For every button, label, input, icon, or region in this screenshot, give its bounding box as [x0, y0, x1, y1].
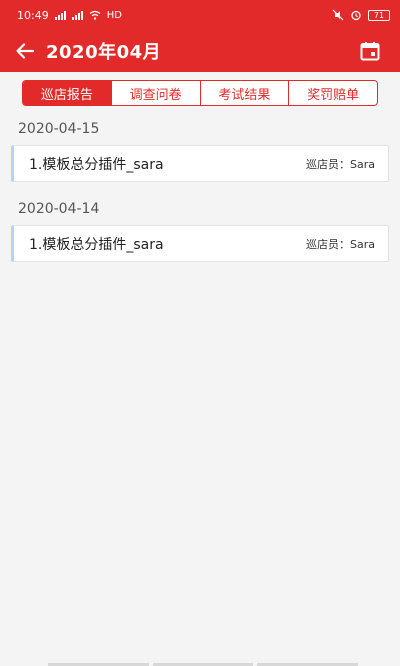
- inspector-label: 巡店员：: [306, 237, 350, 251]
- tab-survey[interactable]: 调查问卷: [110, 81, 200, 105]
- page-title: 2020年04月: [46, 42, 162, 63]
- record-inspector: 巡店员：Sara: [306, 236, 375, 252]
- date-header: 2020-04-14: [18, 201, 100, 217]
- signal-icon: [54, 10, 66, 20]
- inspector-label: 巡店员：: [306, 157, 350, 171]
- status-bar: 10:49 HD 71: [0, 0, 400, 30]
- list-item[interactable]: 1.模板总分插件_sara 巡店员：Sara: [11, 145, 389, 182]
- status-left: 10:49 HD: [17, 9, 122, 22]
- network-type: HD: [106, 9, 122, 21]
- tab-exam-results[interactable]: 考试结果: [199, 81, 289, 105]
- date-header: 2020-04-15: [18, 121, 100, 137]
- calendar-icon[interactable]: [360, 41, 380, 61]
- record-inspector: 巡店员：Sara: [306, 156, 375, 172]
- record-title: 1.模板总分插件_sara: [29, 236, 164, 253]
- back-arrow-icon[interactable]: [14, 40, 36, 62]
- record-title: 1.模板总分插件_sara: [29, 156, 164, 173]
- app-header: 2020年04月: [0, 30, 400, 72]
- alarm-icon: [351, 10, 361, 21]
- inspector-name: Sara: [350, 157, 375, 171]
- tab-bar: 巡店报告 调查问卷 考试结果 奖罚赔单: [22, 80, 378, 106]
- list-item[interactable]: 1.模板总分插件_sara 巡店员：Sara: [11, 225, 389, 262]
- inspector-name: Sara: [350, 237, 375, 251]
- status-right: 71: [332, 9, 390, 21]
- status-time: 10:49: [17, 8, 49, 22]
- mute-icon: [332, 9, 344, 21]
- battery-indicator: 71: [368, 9, 390, 21]
- signal-icon-2: [71, 10, 83, 20]
- tab-rewards-penalties[interactable]: 奖罚赔单: [288, 81, 377, 105]
- wifi-icon: [89, 10, 101, 20]
- tab-inspection-report[interactable]: 巡店报告: [23, 81, 111, 105]
